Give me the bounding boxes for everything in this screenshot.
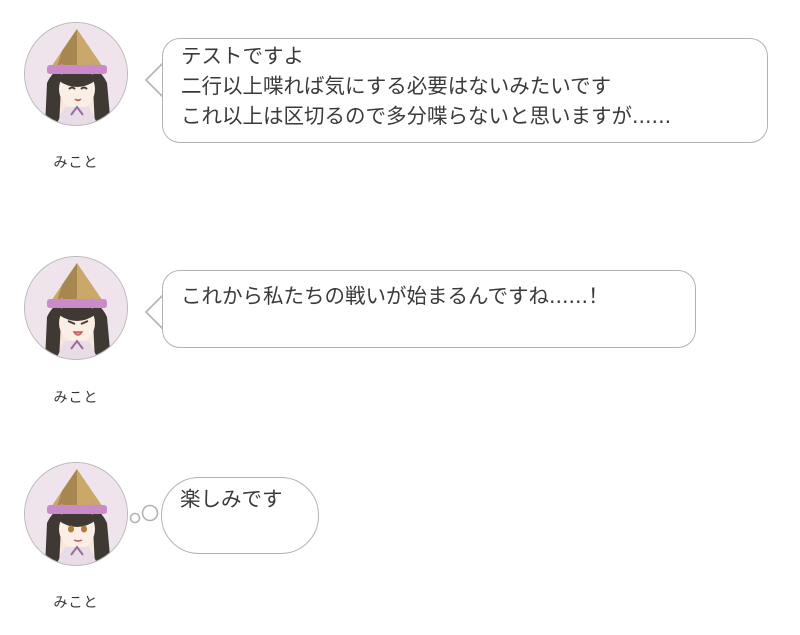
speaker-name: みこと: [53, 390, 99, 406]
thought-bubble-dots-icon: [129, 504, 159, 524]
avatar[interactable]: [24, 256, 128, 360]
speech-bubble: テストですよ 二行以上喋れば気にする必要はないみたいです これ以上は区切るので多…: [162, 38, 768, 143]
avatar[interactable]: [24, 22, 128, 126]
character-portrait-icon: [25, 463, 127, 565]
character-portrait-icon: [25, 257, 127, 359]
speech-bubble: これから私たちの戦いが始まるんですね......！: [162, 270, 696, 348]
speaker-name: みこと: [53, 595, 99, 611]
character-portrait-icon: [25, 23, 127, 125]
speaker-name: みこと: [53, 155, 99, 171]
chat-view: { "messages": [ { "speaker": "みこと", "ava…: [0, 0, 800, 635]
thought-bubble: 楽しみです: [161, 477, 319, 554]
avatar[interactable]: [24, 462, 128, 566]
